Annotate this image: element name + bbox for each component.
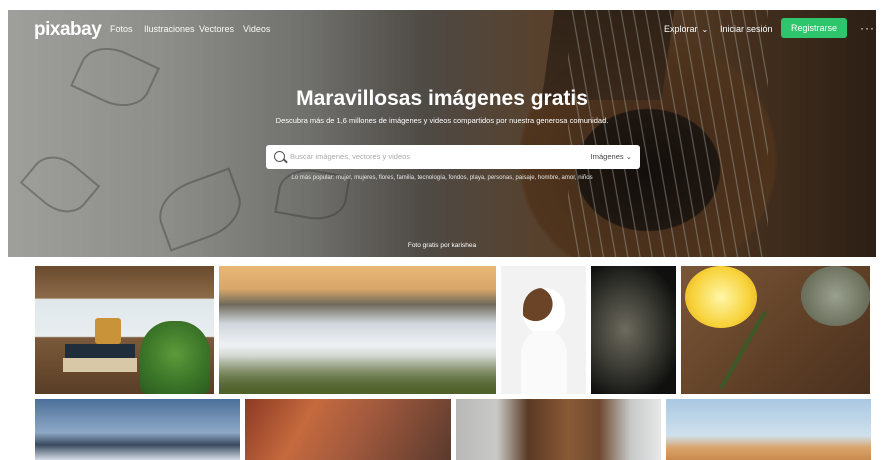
search-bar[interactable]: Buscar imágenes, vectores y videos Imáge… (266, 145, 640, 169)
photo-rhino[interactable] (591, 266, 676, 394)
nav-vectores[interactable]: Vectores (199, 24, 234, 34)
search-input[interactable]: Buscar imágenes, vectores y videos (290, 152, 410, 161)
explore-dropdown[interactable]: Explorar ⌄ (664, 24, 708, 34)
plant-shape (140, 321, 210, 394)
popular-searches[interactable]: Lo más popular: mujer, mujeres, flores, … (0, 175, 884, 181)
photo-lemon-rosemary[interactable] (681, 266, 870, 394)
dog-head-shape (523, 288, 565, 334)
photo-window-plant[interactable] (35, 266, 214, 394)
hill-shape (219, 356, 496, 394)
book-shape (63, 358, 137, 372)
explore-label: Explorar (664, 24, 698, 34)
chevron-down-icon: ⌄ (701, 25, 709, 34)
nav-videos[interactable]: Videos (243, 24, 270, 34)
chevron-down-icon: ⌄ (625, 152, 632, 161)
pixabay-logo[interactable]: pixabay (34, 19, 102, 41)
photo-man-portrait[interactable] (456, 399, 661, 460)
dog-body-shape (521, 331, 567, 394)
nav-fotos[interactable]: Fotos (110, 24, 133, 34)
plate-shape (801, 266, 870, 326)
media-type-select[interactable]: Imágenes ⌄ (591, 152, 632, 161)
book-shape (65, 344, 135, 358)
more-options-icon[interactable]: ··· (860, 21, 875, 35)
login-link[interactable]: Iniciar sesión (720, 24, 773, 34)
photo-dog[interactable] (501, 266, 586, 394)
signup-button[interactable]: Registrarse (781, 18, 847, 38)
photo-desert-dunes[interactable] (666, 399, 871, 460)
photo-mountain-fog[interactable] (219, 266, 496, 394)
nav-ilustraciones[interactable]: Ilustraciones (144, 24, 195, 34)
photo-rooftops[interactable] (245, 399, 451, 460)
lemon-slice-shape (685, 266, 757, 328)
photo-credit[interactable]: Foto gratis por karishea (0, 242, 884, 249)
hero-title: Maravillosas imágenes gratis (296, 87, 588, 110)
search-icon[interactable] (274, 151, 285, 162)
mug-shape (95, 318, 121, 344)
top-navigation: pixabay Fotos Ilustraciones Vectores Vid… (8, 10, 876, 48)
hero-subtitle: Descubra más de 1,6 millones de imágenes… (275, 116, 609, 125)
photo-mountains-sky[interactable] (35, 399, 240, 460)
media-type-label: Imágenes (590, 152, 624, 161)
